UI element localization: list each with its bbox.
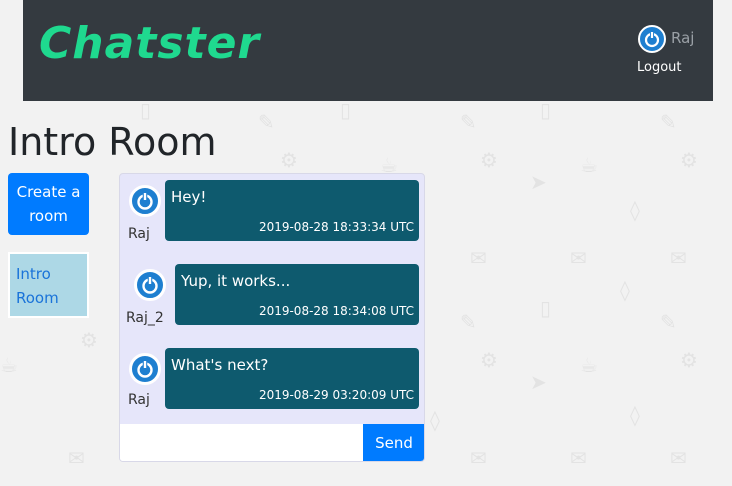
page: ▯ ✎ ▯ ✎ ▯ ✎ ⚙ ☕ ⚙ ☕ ⚙ ➤ ◊ ✉ ✉ ✉ ▯ ◊ ✎ ✎ … [0, 0, 732, 486]
message-bubble: What's next? 2019-08-29 03:20:09 UTC [165, 348, 419, 409]
mail-icon: ✉ [470, 246, 487, 270]
chat-message: Raj_2 Yup, it works... 2019-08-28 18:34:… [120, 262, 424, 326]
tag-icon: ◊ [630, 403, 640, 427]
gear-icon: ⚙ [680, 348, 698, 372]
message-composer: Send [120, 424, 424, 461]
message-text: Yup, it works... [181, 272, 291, 290]
message-timestamp: 2019-08-28 18:33:34 UTC [258, 220, 414, 234]
mail-icon: ✉ [570, 246, 587, 270]
room-item-intro-room[interactable]: Intro Room [8, 252, 89, 318]
mail-icon: ✉ [670, 246, 687, 270]
pencil-icon: ✎ [660, 310, 677, 334]
user-avatar-icon [638, 25, 666, 53]
gear-icon: ⚙ [280, 148, 298, 172]
user-avatar-icon [129, 353, 161, 385]
pencil-icon: ✎ [660, 110, 677, 134]
message-timestamp: 2019-08-28 18:34:08 UTC [258, 304, 414, 318]
pencil-icon: ✎ [258, 110, 275, 134]
tag-icon: ◊ [430, 408, 440, 432]
tag-icon: ◊ [620, 278, 630, 302]
user-avatar-icon [129, 185, 161, 217]
phone-icon: ▯ [340, 98, 352, 122]
message-text: Hey! [171, 188, 207, 206]
cup-icon: ☕ [580, 153, 598, 177]
message-text: What's next? [171, 356, 269, 374]
phone-icon: ▯ [540, 296, 552, 320]
tag-icon: ◊ [630, 198, 640, 222]
message-timestamp: 2019-08-29 03:20:09 UTC [258, 388, 414, 402]
gear-icon: ⚙ [680, 148, 698, 172]
mail-icon: ✉ [670, 446, 687, 470]
mail-icon: ✉ [68, 446, 85, 470]
user-avatar-icon [134, 269, 166, 301]
pencil-icon: ✎ [460, 110, 477, 134]
message-bubble: Hey! 2019-08-28 18:33:34 UTC [165, 180, 419, 241]
pencil-icon: ✎ [460, 310, 477, 334]
user-menu: Raj Logout [637, 25, 697, 81]
cup-icon: ☕ [0, 353, 18, 377]
send-plane-icon: ➤ [530, 170, 547, 194]
gear-icon: ⚙ [480, 348, 498, 372]
logout-link[interactable]: Logout [637, 60, 682, 75]
cup-icon: ☕ [580, 353, 598, 377]
send-button[interactable]: Send [363, 424, 424, 461]
gear-icon: ⚙ [80, 328, 98, 352]
message-input[interactable] [120, 424, 363, 461]
create-room-button[interactable]: Create a room [8, 173, 89, 235]
send-plane-icon: ➤ [530, 370, 547, 394]
message-bubble: Yup, it works... 2019-08-28 18:34:08 UTC [175, 264, 419, 325]
message-author: Raj_2 [126, 310, 164, 326]
cup-icon: ☕ [380, 153, 398, 177]
message-author: Raj [128, 226, 150, 242]
message-author: Raj [128, 392, 150, 408]
phone-icon: ▯ [140, 98, 152, 122]
chat-message: Raj Hey! 2019-08-28 18:33:34 UTC [120, 178, 424, 242]
navbar: Chatster Raj Logout [23, 0, 713, 101]
page-title: Intro Room [8, 120, 217, 164]
mail-icon: ✉ [470, 446, 487, 470]
mail-icon: ✉ [570, 446, 587, 470]
chat-message: Raj What's next? 2019-08-29 03:20:09 UTC [120, 346, 424, 410]
phone-icon: ▯ [540, 98, 552, 122]
gear-icon: ⚙ [480, 148, 498, 172]
chat-panel: Raj Hey! 2019-08-28 18:33:34 UTC Raj_2 Y… [119, 173, 425, 462]
current-user-name: Raj [671, 29, 695, 47]
brand-logo[interactable]: Chatster [39, 18, 260, 69]
